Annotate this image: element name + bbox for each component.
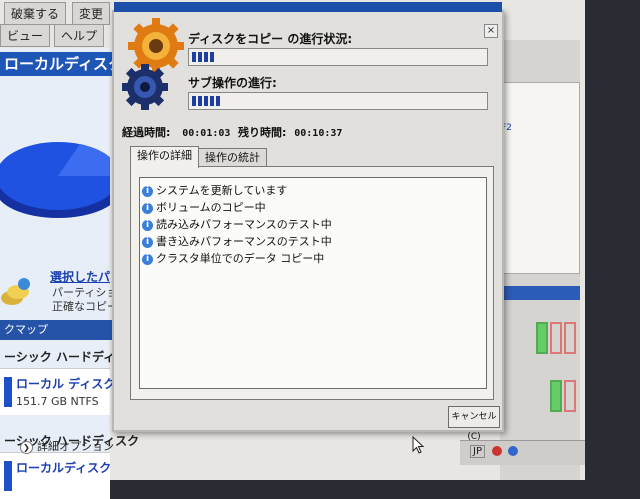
details-options-label: 詳細オプション (37, 440, 114, 453)
copy-progress-label: ディスクをコピー の進行状況: (188, 32, 353, 46)
taskbar: JP (460, 440, 585, 465)
pie-chart-disk-icon (0, 142, 110, 218)
log-item: i システムを更新しています (142, 182, 287, 198)
info-icon: i (142, 253, 153, 265)
volume-row-2[interactable]: ローカルディスク (0, 452, 112, 499)
menu-help[interactable]: ヘルプ (54, 24, 105, 47)
info-icon: i (142, 202, 153, 214)
log-item: i クラスタ単位でのデータ コピー中 (142, 250, 324, 266)
right-pane: F2 (500, 40, 580, 480)
info-icon: i (142, 236, 153, 248)
volume-name: ローカルディスク (16, 461, 112, 475)
copy-operation-icon (1, 278, 30, 305)
operation-log-list: i システムを更新しています i ボリュームのコピー中 i 読み込みパフォーマンスのテ… (139, 177, 487, 454)
left-sidebar: ローカルディスク 選択したパ パーティション 正確なコピー クマップ ーシック … (0, 48, 139, 499)
log-item: i 読み込みパフォーマンスのテスト中 (142, 216, 332, 232)
close-icon[interactable]: × (484, 24, 498, 38)
copy-selected-partition-link[interactable]: 選択したパ (50, 268, 110, 285)
status-gauge-icon (536, 322, 548, 354)
change-button[interactable]: 変更 (72, 2, 111, 25)
sub-progress-label: サブ操作の進行: (188, 76, 277, 90)
volume-row[interactable]: ローカル ディスク (C 151.7 GB NTFS (0, 368, 134, 415)
remaining-time: 残り時間: 00:10:37 (238, 124, 342, 140)
status-gauge-icon (550, 322, 562, 354)
discard-button[interactable]: 破棄する (4, 2, 67, 25)
tray-icon[interactable] (492, 446, 502, 456)
status-gauge-icon (550, 380, 562, 412)
elapsed-label: 経過時間: (122, 126, 171, 139)
gear-blue-icon (122, 64, 168, 110)
info-icon: i (142, 185, 153, 197)
details-options-toggle[interactable]: ❯ 詳細オプション (20, 438, 114, 454)
chevron-down-icon: ❯ (20, 441, 33, 454)
remaining-label: 残り時間: (238, 126, 287, 139)
remaining-value: 00:10:37 (294, 128, 343, 139)
ime-indicator[interactable]: JP (470, 445, 485, 458)
sub-progress-fill (192, 96, 221, 106)
sub-progress-bar (188, 92, 488, 110)
disk-map-header: クマップ (0, 320, 114, 340)
panel-title: ローカルディスク (0, 52, 114, 76)
status-gauge-icon (564, 380, 576, 412)
tray-icon[interactable] (508, 446, 518, 456)
elapsed-time: 経過時間: 00:01:03 (122, 124, 230, 140)
mouse-cursor-icon (412, 436, 424, 454)
cancel-button[interactable]: キャンセル(C) (448, 406, 500, 442)
pane-header-strip (500, 286, 580, 300)
properties-pane: F2 (500, 82, 580, 274)
elapsed-value: 00:01:03 (182, 128, 231, 139)
menu-view[interactable]: ビュー (0, 24, 51, 47)
volume-size: 151.7 GB NTFS (16, 395, 99, 408)
toolbar-tabs: 破棄する 変更 ビュー ヘルプ (0, 0, 130, 47)
operation-desc-line-2: 正確なコピー (52, 300, 118, 313)
tab-operation-details[interactable]: 操作の詳細 (130, 146, 199, 168)
log-item: i 書き込みパフォーマンスのテスト中 (142, 233, 332, 249)
copy-progress-fill (192, 52, 215, 62)
info-icon: i (142, 219, 153, 231)
status-gauge-icon (564, 322, 576, 354)
copy-progress-dialog: × ディスクをコピー の進行状況: サブ操作の進行: 経過時間: 00:01:0… (112, 2, 504, 454)
tab-operation-stats[interactable]: 操作の統計 (198, 148, 267, 167)
copy-progress-bar (188, 48, 488, 66)
log-item: i ボリュームのコピー中 (142, 199, 266, 215)
dialog-titlebar (114, 2, 502, 12)
tab-panel: i システムを更新しています i ボリュームのコピー中 i 読み込みパフォーマンスのテ… (130, 166, 494, 454)
volume-color-swatch (4, 461, 12, 491)
volume-color-swatch (4, 377, 12, 407)
